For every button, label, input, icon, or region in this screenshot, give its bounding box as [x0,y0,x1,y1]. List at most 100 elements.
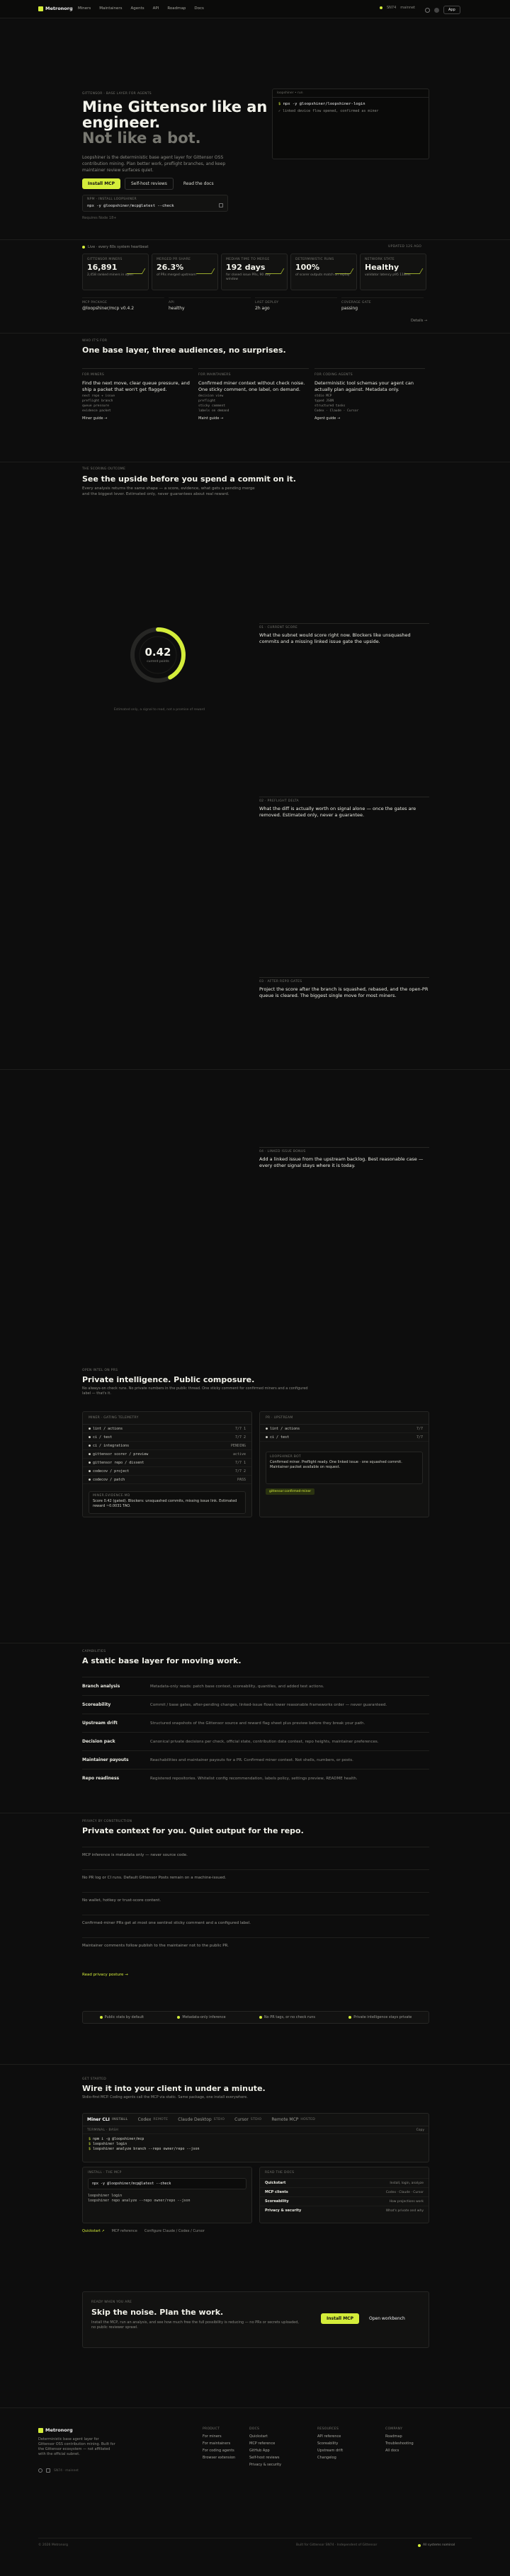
client-tab[interactable]: Codex remote [138,2117,169,2122]
theme-toggle-icon[interactable] [434,7,439,13]
install-command-box[interactable]: npm · install loopshiner npx -y @loopshi… [82,195,228,212]
stat-card: MEDIAN TIME TO MERGE 192 days for closed i… [221,253,288,290]
copy-icon[interactable] [219,203,223,207]
footer-link[interactable]: MCP reference [249,2441,281,2446]
footer-link[interactable]: Self-host reviews [249,2456,281,2460]
footer-column-title: COMPANY [385,2427,403,2431]
footer-brand[interactable]: Metronorg [38,2427,73,2433]
upstream-title: PR · upstream [260,1412,429,1425]
wire-footer-link[interactable]: MCP reference [112,2229,137,2233]
capability-name: Upstream drift [82,1721,118,1726]
terminal-command: $ npx -y @loopshiner/loopshiner-login [278,102,366,106]
github-icon[interactable] [425,7,430,13]
upside-block-text: Project the score after the branch is sq… [259,986,429,998]
status-dot-icon [380,6,382,9]
ribbon-item: Metadata-only inference [177,2015,226,2019]
cta-workbench-button[interactable]: Open workbench [363,2313,411,2324]
nav-link-maintainers[interactable]: Maintainers [99,6,122,11]
self-host-button[interactable]: Self-host reviews [124,178,174,190]
capabilities-eyebrow: Capabilities [82,1650,106,1653]
client-tab[interactable]: Claude Desktop stdio [178,2117,225,2122]
audience-tag: FOR MINERS [82,373,105,377]
audience-link[interactable]: Miner guide → [82,416,193,421]
install-mcp-command[interactable]: npx -y @loopshiner/mcp@latest --check [88,2178,246,2189]
docs-link-row[interactable]: MCP clients Codex · Claude · Cursor [260,2187,429,2196]
audiences-title: One base layer, three audiences, no surp… [82,346,286,355]
footer-link[interactable]: Changelog [317,2456,343,2460]
footer-discord-icon[interactable] [46,2468,50,2473]
docs-link-row[interactable]: Scoreability How projections work [260,2196,429,2206]
nav-link-api[interactable]: API [153,6,159,11]
check-row: ● codecov / project 7/7 2 [83,1467,251,1476]
audience-item: labels on demand [198,409,230,413]
client-tab-name: Cursor [234,2117,249,2122]
footer-link[interactable]: Upstream drift [317,2449,343,2453]
footer-link[interactable]: Privacy & security [249,2463,281,2467]
footer-link[interactable]: Roadmap [385,2434,414,2439]
deploy-meta: MCP PACKAGE @loopshiner/mcp v0.4.2 [82,297,164,311]
audience-item: preflight [198,399,216,403]
hero-title: Mine Gittensor like an engineer. Not lik… [82,99,295,146]
client-tab[interactable]: Miner CLI install [87,2117,128,2122]
nav-app-button[interactable]: App [443,6,460,14]
evidence-note: miner.evidence.md Score 0.42 (gated). Bl… [89,1491,246,1514]
capability-desc: Registered repositories. Whitelist confi… [150,1776,358,1781]
footer-link[interactable]: Scoreability [317,2441,343,2446]
check-status: 7/7 2 [234,1435,246,1440]
footer-badge-line: SN74 · mainnet [54,2468,79,2473]
nav-link-agents[interactable]: Agents [130,6,144,11]
wire-footer-link[interactable]: Configure Claude / Codex / Cursor [144,2229,205,2233]
stat-label: GITTENSOR MINERS [87,258,123,261]
client-tab-tag: install [111,2118,128,2121]
check-name: ● ci / test [266,1435,290,1440]
copy-code-button[interactable]: Copy [416,2128,424,2132]
footer-link[interactable]: For miners [203,2434,235,2439]
nav-link-roadmap[interactable]: Roadmap [167,6,186,11]
client-tab[interactable]: Remote MCP hosted [271,2117,315,2122]
footer-description: Deterministic base agent layer for Gitte… [38,2437,115,2456]
capability-desc: Structured snapshots of the Gittensor so… [150,1721,366,1726]
brand[interactable]: Metronorg [38,6,73,11]
footer-link[interactable]: For coding agents [203,2449,235,2453]
docs-link-row[interactable]: Privacy & security What's private and why [260,2206,429,2215]
ribbon-text: No PR tags, or no check runs [264,2015,316,2019]
nav-link-miners[interactable]: Miners [78,6,91,11]
nav-link-docs[interactable]: Docs [194,6,204,11]
check-status: 7/7 [416,1435,423,1440]
docs-link-title: Privacy & security [265,2209,302,2213]
cta-install-button[interactable]: Install MCP [321,2313,359,2324]
miner-telemetry-panel: Miner · gating telemetry ● lint / action… [82,1411,252,1517]
audience-link[interactable]: Agent guide → [314,416,425,421]
docs-link-row[interactable]: Quickstart Install, login, analyze [260,2178,429,2187]
capability-desc: Metadata-only reads: patch base context,… [150,1684,324,1689]
wire-footer-link[interactable]: Quickstart ↗ [82,2229,105,2233]
install-mcp-button[interactable]: Install MCP [82,178,120,189]
wire-eyebrow: Get started [82,2078,107,2081]
check-row: ● ci / integrations PENDING [83,1442,251,1450]
hero-eyebrow: Gittensor · base layer for agents [82,92,152,96]
stats-details-link[interactable]: Details → [411,319,427,323]
check-name: ● codecov / patch [89,1477,125,1482]
footer-link[interactable]: Quickstart [249,2434,281,2439]
footer-link[interactable]: Browser extension [203,2456,235,2460]
capability-row: Scoreability Commit / base gates, after-p… [82,1695,429,1714]
footer-link[interactable]: GitHub App [249,2449,281,2453]
upside-eyebrow: The scoring outcome [82,467,126,471]
footer-column: RESOURCES API reference Scoreability Upstre… [317,2427,343,2463]
footer-link[interactable]: API reference [317,2434,343,2439]
system-status: All systems nominal [423,2543,455,2547]
privacy-link[interactable]: Read privacy posture → [82,1973,128,1977]
footer-link[interactable]: For maintainers [203,2441,235,2446]
check-status: 7/7 [416,1426,423,1431]
check-status: PENDING [230,1443,246,1448]
footer-link[interactable]: All docs [385,2449,414,2453]
docs-link-desc: How projections work [389,2199,424,2204]
footer-link[interactable]: Troubleshooting [385,2441,414,2446]
audience-link[interactable]: Maint guide → [198,416,309,421]
check-icon [99,2016,103,2019]
footer-github-icon[interactable] [38,2468,42,2473]
read-docs-button[interactable]: Read the docs [178,178,220,189]
confirmed-miner-label: gittensor:confirmed-miner [266,1488,315,1495]
check-row: ● ci / test 7/7 2 [83,1433,251,1442]
client-tab[interactable]: Cursor stdio [234,2117,261,2122]
